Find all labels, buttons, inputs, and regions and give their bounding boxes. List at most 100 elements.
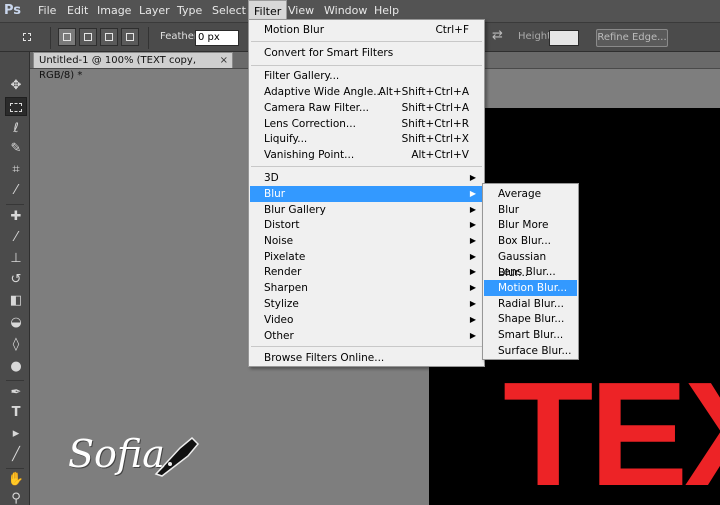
path-select-icon[interactable]: ▸ [5,424,27,443]
blur-item-radial-blur[interactable]: Radial Blur... [484,296,577,312]
menu-edit[interactable]: Edit [62,0,93,22]
menu-shortcut: Shift+Ctrl+A [401,102,469,114]
zoom-tool-icon[interactable]: ⚲ [5,489,27,505]
blur-item-blur-more[interactable]: Blur More [484,217,577,233]
menu-item-label: Vanishing Point... [264,149,355,161]
type-tool-icon[interactable]: T [5,403,27,422]
menu-item-vanishing-point[interactable]: Vanishing Point... Alt+Ctrl+V [250,147,483,163]
menu-select[interactable]: Select [207,0,251,22]
new-selection-button[interactable] [58,28,76,46]
menu-image[interactable]: Image [92,0,136,22]
options-divider [50,27,51,49]
eyedropper-icon[interactable]: ⁄ [5,181,27,200]
tools-divider [6,380,24,381]
submenu-arrow-icon: ▶ [469,236,476,245]
menu-separator [251,346,482,347]
menu-item-camera-raw-filter[interactable]: Camera Raw Filter... Shift+Ctrl+A [250,100,483,116]
menu-item-label: Noise [264,235,294,247]
menu-item-other[interactable]: Other ▶ [250,328,483,344]
marquee-glyph [10,103,22,112]
blur-item-lens-blur[interactable]: Lens Blur... [484,264,577,280]
line-tool-icon[interactable]: ╱ [5,445,27,464]
pen-tool-icon[interactable]: ✒ [5,383,27,402]
menu-item-label: Liquify... [264,133,308,145]
blur-item-average[interactable]: Average [484,186,577,202]
dodge-tool-icon[interactable]: ● [5,357,27,376]
subtract-selection-button[interactable] [100,28,118,46]
menu-item-sharpen[interactable]: Sharpen ▶ [250,280,483,296]
blur-item-gaussian-blur[interactable]: Gaussian Blur... [484,249,577,279]
menu-item-pixelate[interactable]: Pixelate ▶ [250,249,483,265]
menu-item-liquify[interactable]: Liquify... Shift+Ctrl+X [250,131,483,147]
menu-item-lens-correction[interactable]: Lens Correction... Shift+Ctrl+R [250,116,483,132]
tools-panel: ✥ ℓ ✎ ⌗ ⁄ ✚ ⁄ ⊥ ↺ ◧ ◒ ◊ ● ✒ T ▸ ╱ ✋ ⚲ [0,52,30,505]
subtract-selection-icon [105,33,113,41]
intersect-selection-button[interactable] [121,28,139,46]
lasso-tool-icon[interactable]: ℓ [5,119,27,138]
blur-item-box-blur[interactable]: Box Blur... [484,233,577,249]
submenu-arrow-icon: ▶ [469,299,476,308]
menu-item-label: Camera Raw Filter... [264,102,370,114]
menu-shortcut: Shift+Ctrl+R [401,118,469,130]
menu-item-render[interactable]: Render ▶ [250,264,483,280]
menu-item-label: Convert for Smart Filters [264,47,394,59]
menu-shortcut: Ctrl+F [435,24,469,36]
blur-item-surface-blur[interactable]: Surface Blur... [484,343,577,359]
menu-item-blur[interactable]: Blur ▶ [250,186,483,202]
menu-item-convert-smart-filters[interactable]: Convert for Smart Filters [250,45,483,61]
tool-preset-picker[interactable] [18,28,36,46]
menu-shortcut: Alt+Ctrl+V [411,149,469,161]
crop-tool-icon[interactable]: ⌗ [5,160,27,179]
menu-item-3d[interactable]: 3D ▶ [250,170,483,186]
canvas-text-layer: TEX [503,352,720,505]
menu-item-video[interactable]: Video ▶ [250,312,483,328]
menu-layer[interactable]: Layer [134,0,175,22]
menu-separator [251,65,482,66]
close-icon[interactable]: × [220,53,228,68]
menu-item-blur-gallery[interactable]: Blur Gallery ▶ [250,202,483,218]
menu-item-label: Sharpen [264,282,308,294]
refine-edge-button[interactable]: Refine Edge... [596,29,668,47]
menu-item-last-filter[interactable]: Motion Blur Ctrl+F [250,22,483,38]
blur-item-shape-blur[interactable]: Shape Blur... [484,311,577,327]
menu-item-stylize[interactable]: Stylize ▶ [250,296,483,312]
menu-item-label: Render [264,266,302,278]
clone-stamp-icon[interactable]: ⊥ [5,249,27,268]
filter-menu-dropdown: Motion Blur Ctrl+F Convert for Smart Fil… [248,19,485,367]
eraser-icon[interactable]: ◧ [5,291,27,310]
submenu-arrow-icon: ▶ [469,315,476,324]
hand-tool-icon[interactable]: ✋ [5,470,27,489]
menu-item-filter-gallery[interactable]: Filter Gallery... [250,68,483,84]
menu-file[interactable]: File [33,0,61,22]
submenu-arrow-icon: ▶ [469,173,476,182]
move-tool-icon[interactable]: ✥ [5,76,27,95]
submenu-arrow-icon: ▶ [469,267,476,276]
submenu-arrow-icon: ▶ [469,205,476,214]
quick-select-icon[interactable]: ✎ [5,139,27,158]
menu-item-noise[interactable]: Noise ▶ [250,233,483,249]
menu-item-adaptive-wide-angle[interactable]: Adaptive Wide Angle... Alt+Shift+Ctrl+A [250,84,483,100]
menu-item-distort[interactable]: Distort ▶ [250,217,483,233]
height-input[interactable] [549,30,579,46]
submenu-arrow-icon: ▶ [469,189,476,198]
document-tab[interactable]: Untitled-1 @ 100% (TEXT copy, RGB/8) * × [33,52,233,81]
menu-item-browse-filters-online[interactable]: Browse Filters Online... [250,350,483,366]
marquee-tool-icon[interactable] [5,97,27,116]
menu-item-label: Motion Blur [264,24,325,36]
brush-tool-icon[interactable]: ⁄ [5,228,27,247]
fountain-pen-icon [154,436,200,477]
history-brush-icon[interactable]: ↺ [5,270,27,289]
marquee-preset-icon [23,33,31,41]
healing-brush-icon[interactable]: ✚ [5,207,27,226]
menu-type[interactable]: Type [172,0,207,22]
blur-item-motion-blur[interactable]: Motion Blur... [484,280,577,296]
menu-item-label: Filter Gallery... [264,70,340,82]
blur-tool-icon[interactable]: ◊ [5,335,27,354]
blur-item-smart-blur[interactable]: Smart Blur... [484,327,577,343]
add-selection-button[interactable] [79,28,97,46]
menu-item-label: Blur [264,188,286,200]
feather-input[interactable]: 0 px [195,30,239,46]
paint-bucket-icon[interactable]: ◒ [5,313,27,332]
blur-item-blur[interactable]: Blur [484,202,577,218]
add-selection-icon [84,33,92,41]
